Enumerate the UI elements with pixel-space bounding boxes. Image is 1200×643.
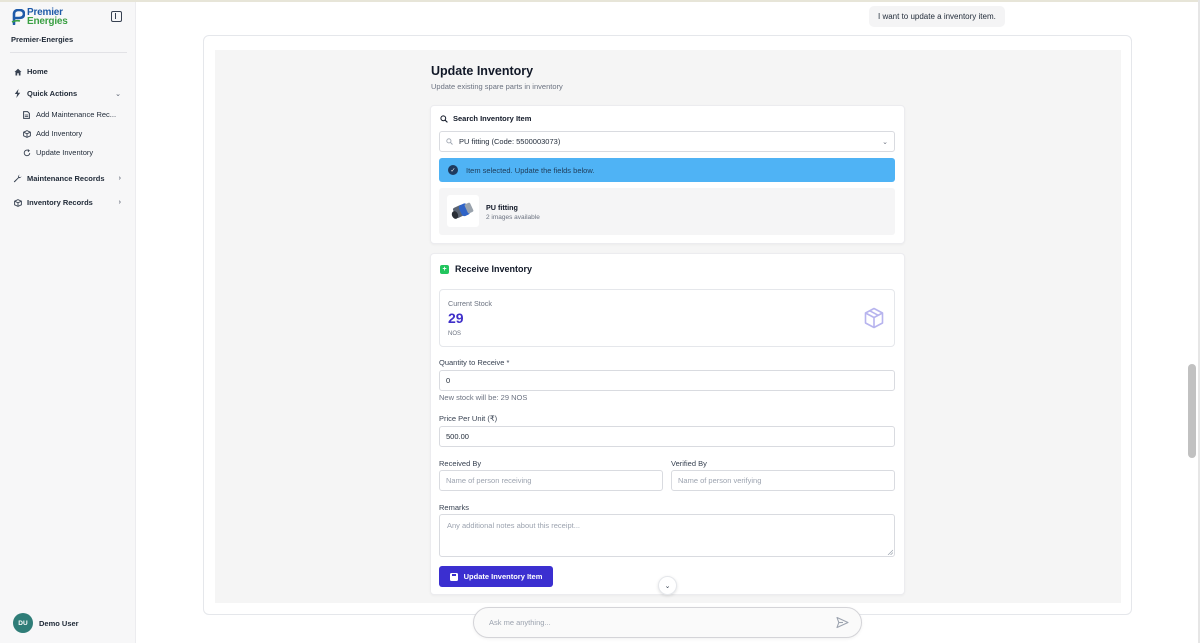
- refresh-icon: [22, 148, 31, 157]
- lightning-icon: [13, 89, 22, 98]
- received-by-input[interactable]: Name of person receiving: [439, 470, 663, 491]
- user-chat-message: I want to update a inventory item.: [869, 6, 1005, 27]
- item-thumbnail[interactable]: [447, 195, 479, 227]
- wrench-icon: [13, 174, 22, 183]
- update-inventory-label: Update Inventory Item: [463, 572, 543, 581]
- resize-handle-icon[interactable]: [887, 549, 893, 555]
- inventory-item-select[interactable]: PU fitting (Code: 5500003073) ⌄: [439, 131, 895, 152]
- search-icon: [440, 114, 448, 123]
- remarks-textarea[interactable]: Any additional notes about this receipt.…: [439, 514, 895, 557]
- avatar: DU: [13, 613, 33, 633]
- price-label: Price Per Unit (₹): [439, 414, 498, 423]
- quantity-input[interactable]: 0: [439, 370, 895, 391]
- page-subtitle: Update existing spare parts in inventory: [431, 82, 563, 91]
- user-profile[interactable]: DU Demo User: [13, 613, 79, 633]
- selection-alert: ✓ Item selected. Update the fields below…: [439, 158, 895, 182]
- brand-line-2: Energies: [27, 16, 68, 27]
- sidebar-item-label: Maintenance Records: [27, 174, 105, 183]
- sidebar-item-maintenance-records[interactable]: Maintenance Records ›: [13, 174, 125, 183]
- sidebar-subitem-update-inventory[interactable]: Update Inventory: [22, 148, 93, 157]
- top-border: [0, 0, 1200, 2]
- document-icon: [22, 110, 31, 119]
- sidebar-item-label: Inventory Records: [27, 198, 93, 207]
- sidebar-item-label: Home: [27, 67, 48, 76]
- update-inventory-button[interactable]: Update Inventory Item: [439, 566, 553, 587]
- received-by-label: Received By: [439, 459, 482, 468]
- receive-title-text: Receive Inventory: [455, 264, 533, 274]
- pu-fitting-image-icon: [451, 202, 474, 219]
- plus-square-icon: +: [440, 264, 449, 274]
- chevron-right-icon: ›: [118, 175, 121, 182]
- sidebar-item-quick-actions[interactable]: Quick Actions ⌄: [13, 89, 125, 98]
- price-input[interactable]: 500.00: [439, 426, 895, 447]
- chevron-down-icon: ⌄: [882, 138, 888, 146]
- page-scrollbar[interactable]: [1188, 364, 1196, 458]
- remarks-label: Remarks: [439, 503, 470, 512]
- save-icon: [449, 572, 458, 581]
- chevron-down-icon: ⌄: [115, 90, 121, 98]
- sidebar: [0, 2, 136, 643]
- sidebar-subitem-add-inventory[interactable]: Add Inventory: [22, 129, 82, 138]
- sidebar-item-inventory-records[interactable]: Inventory Records ›: [13, 198, 125, 207]
- item-name: PU fitting: [486, 203, 518, 212]
- alert-text: Item selected. Update the fields below.: [466, 165, 595, 175]
- sidebar-item-home[interactable]: Home: [13, 67, 125, 76]
- box-icon: [864, 307, 884, 329]
- search-panel-title: Search Inventory Item: [440, 114, 531, 123]
- scroll-down-button[interactable]: ⌄: [658, 576, 677, 595]
- package-icon: [22, 129, 31, 138]
- stock-unit: NOS: [448, 331, 462, 337]
- search-icon: [446, 138, 453, 145]
- selected-item-value: PU fitting (Code: 5500003073): [459, 137, 561, 146]
- premier-logo-icon: [11, 9, 25, 25]
- page-title: Update Inventory: [431, 64, 534, 78]
- sidebar-subitem-label: Add Inventory: [36, 129, 83, 138]
- chevron-right-icon: ›: [118, 199, 121, 206]
- package-icon: [13, 198, 22, 207]
- user-name: Demo User: [39, 618, 79, 628]
- sidebar-subitem-label: Update Inventory: [36, 148, 94, 157]
- org-name: Premier-Energies: [11, 35, 74, 44]
- chevron-down-icon: ⌄: [664, 582, 671, 590]
- sidebar-toggle-icon[interactable]: [111, 11, 122, 22]
- chat-input[interactable]: Ask me anything...: [473, 607, 862, 638]
- send-icon[interactable]: [836, 616, 849, 629]
- current-stock-card: [439, 289, 895, 347]
- sidebar-subitem-add-maintenance[interactable]: Add Maintenance Rec...: [22, 110, 116, 119]
- new-stock-helper: New stock will be: 29 NOS: [439, 393, 528, 402]
- current-stock-value: 29: [448, 310, 464, 326]
- check-circle-icon: ✓: [448, 165, 458, 175]
- verified-by-label: Verified By: [671, 459, 707, 468]
- item-images-count: 2 images available: [486, 214, 540, 221]
- receive-panel-title: + Receive Inventory: [440, 264, 532, 274]
- search-title-text: Search Inventory Item: [453, 114, 532, 123]
- current-stock-label: Current Stock: [448, 299, 492, 308]
- sidebar-item-label: Quick Actions: [27, 89, 78, 98]
- verified-by-input[interactable]: Name of person verifying: [671, 470, 895, 491]
- sidebar-divider: [10, 52, 127, 53]
- sidebar-subitem-label: Add Maintenance Rec...: [36, 110, 117, 119]
- quantity-label: Quantity to Receive *: [439, 358, 510, 367]
- brand-logo: Premier Energies: [11, 8, 68, 27]
- home-icon: [13, 67, 22, 76]
